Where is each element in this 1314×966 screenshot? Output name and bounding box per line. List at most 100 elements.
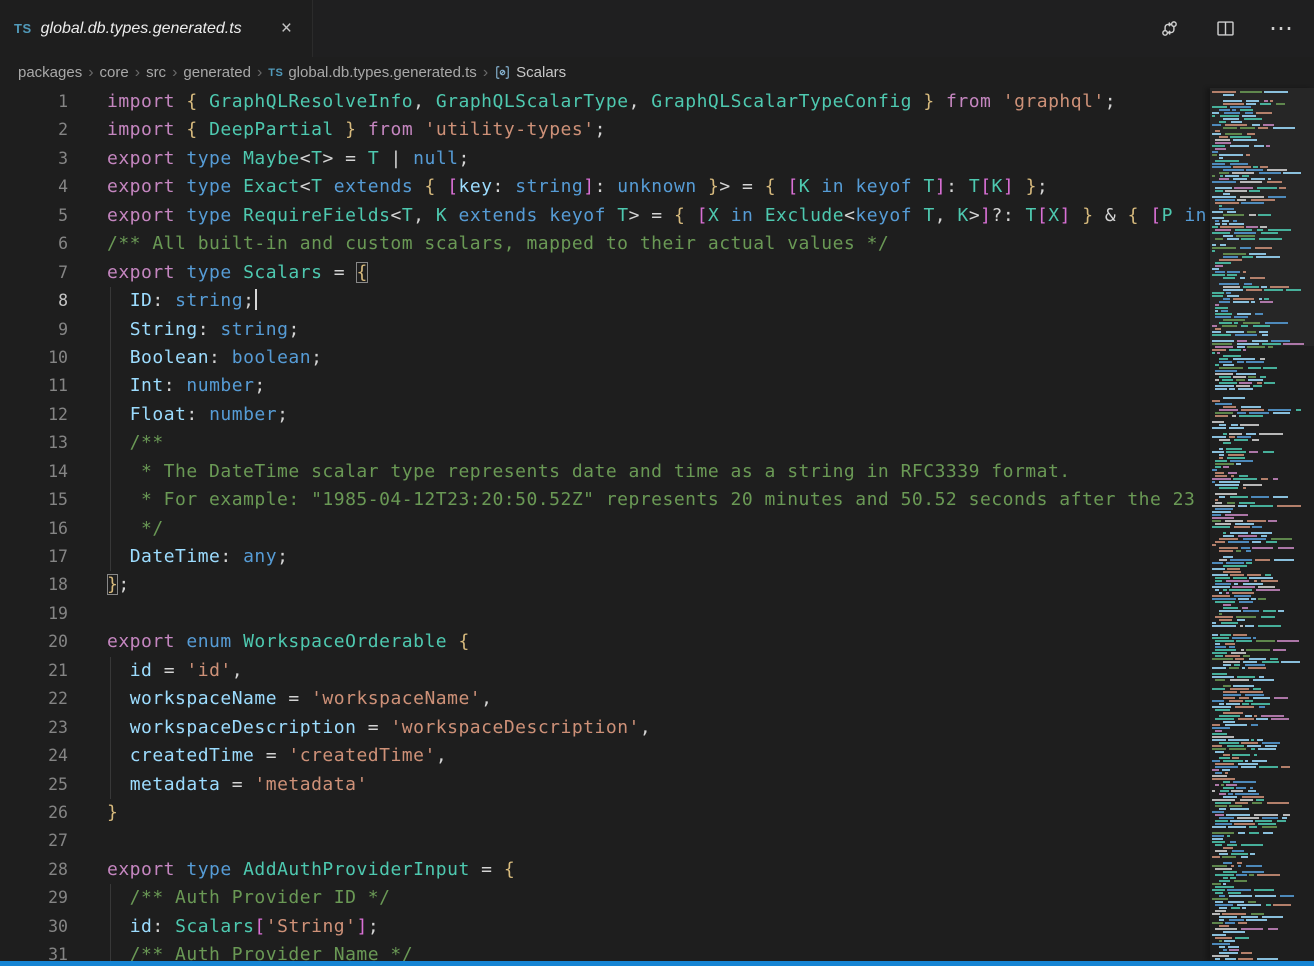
code-text: } (107, 799, 118, 827)
code-line[interactable]: 8 ID: string; (0, 287, 1210, 315)
code-line[interactable]: 26} (0, 799, 1210, 827)
editor-actions: ⋯ (1156, 0, 1314, 57)
line-number[interactable]: 4 (0, 173, 68, 201)
code-line[interactable]: 22 workspaceName = 'workspaceName', (0, 685, 1210, 713)
code-text: */ (107, 515, 164, 543)
code-line[interactable]: 17 DateTime: any; (0, 543, 1210, 571)
line-number[interactable]: 25 (0, 771, 68, 799)
code-line[interactable]: 11 Int: number; (0, 372, 1210, 400)
code-line[interactable]: 7 export type Scalars = { (0, 259, 1210, 287)
breadcrumb-item-symbol[interactable]: Scalars (494, 64, 566, 81)
code-line[interactable]: 9 String: string; (0, 316, 1210, 344)
code-line[interactable]: 1 import { GraphQLResolveInfo, GraphQLSca… (0, 88, 1210, 116)
code-line[interactable]: 20 export enum WorkspaceOrderable { (0, 628, 1210, 656)
code-text: id = 'id', (107, 657, 243, 685)
code-line[interactable]: 18}; (0, 571, 1210, 599)
breadcrumb-item-file[interactable]: TS global.db.types.generated.ts (268, 64, 477, 81)
split-editor-icon[interactable] (1212, 16, 1238, 42)
line-number[interactable]: 9 (0, 316, 68, 344)
code-line[interactable]: 29 /** Auth Provider ID */ (0, 884, 1210, 912)
code-line[interactable]: 4export type Exact<T extends { [key: str… (0, 173, 1210, 201)
line-number[interactable]: 26 (0, 799, 68, 827)
typescript-file-icon: TS (14, 21, 32, 36)
code-text: export type AddAuthProviderInput = { (107, 856, 515, 884)
line-number[interactable]: 15 (0, 486, 68, 514)
close-tab-icon[interactable]: × (277, 17, 296, 40)
line-number[interactable]: 30 (0, 913, 68, 941)
line-number[interactable]: 13 (0, 429, 68, 457)
code-text: import { GraphQLResolveInfo, GraphQLScal… (107, 88, 1116, 116)
code-line[interactable]: 19 (0, 600, 1210, 628)
line-number[interactable]: 7 (0, 259, 68, 287)
chevron-right-icon: › (88, 64, 93, 82)
tab-bar: TS global.db.types.generated.ts × ⋯ (0, 0, 1314, 57)
breadcrumb-file-name: global.db.types.generated.ts (288, 64, 476, 81)
editor-tab[interactable]: TS global.db.types.generated.ts × (0, 0, 313, 57)
line-number[interactable]: 17 (0, 543, 68, 571)
breadcrumb-item[interactable]: generated (183, 64, 251, 81)
code-text: /** (107, 429, 164, 457)
code-line[interactable]: 16 */ (0, 515, 1210, 543)
line-number[interactable]: 11 (0, 372, 68, 400)
line-number[interactable]: 19 (0, 600, 68, 628)
breadcrumb-item[interactable]: core (100, 64, 129, 81)
line-number[interactable]: 1 (0, 88, 68, 116)
line-number[interactable]: 29 (0, 884, 68, 912)
line-number[interactable]: 14 (0, 458, 68, 486)
code-text: workspaceName = 'workspaceName', (107, 685, 493, 713)
compare-changes-icon[interactable] (1156, 16, 1182, 42)
line-number[interactable]: 28 (0, 856, 68, 884)
code-text: }; (107, 571, 130, 599)
line-number[interactable]: 8 (0, 287, 68, 315)
code-text: createdTime = 'createdTime', (107, 742, 447, 770)
code-line[interactable]: 23 workspaceDescription = 'workspaceDesc… (0, 714, 1210, 742)
line-number[interactable]: 23 (0, 714, 68, 742)
minimap[interactable] (1210, 88, 1314, 961)
code-line[interactable]: 14 * The DateTime scalar type represents… (0, 458, 1210, 486)
code-line[interactable]: 6/** All built-in and custom scalars, ma… (0, 230, 1210, 258)
code-line[interactable]: 12 Float: number; (0, 401, 1210, 429)
code-line[interactable]: 10 Boolean: boolean; (0, 344, 1210, 372)
code-line[interactable]: 21 id = 'id', (0, 657, 1210, 685)
status-bar-strip (0, 961, 1314, 966)
line-number[interactable]: 2 (0, 116, 68, 144)
code-line[interactable]: 15 * For example: "1985-04-12T23:20:50.5… (0, 486, 1210, 514)
line-number[interactable]: 12 (0, 401, 68, 429)
line-number[interactable]: 24 (0, 742, 68, 770)
code-text: export type RequireFields<T, K extends k… (107, 202, 1207, 230)
code-line[interactable]: 2import { DeepPartial } from 'utility-ty… (0, 116, 1210, 144)
code-text: id: Scalars['String']; (107, 913, 379, 941)
more-actions-icon[interactable]: ⋯ (1268, 16, 1294, 42)
line-number[interactable]: 27 (0, 827, 68, 855)
typescript-file-icon: TS (268, 67, 283, 79)
code-line[interactable]: 5 export type RequireFields<T, K extends … (0, 202, 1210, 230)
line-number[interactable]: 21 (0, 657, 68, 685)
code-line[interactable]: 25 metadata = 'metadata' (0, 771, 1210, 799)
code-text: String: string; (107, 316, 300, 344)
line-number[interactable]: 10 (0, 344, 68, 372)
breadcrumb-symbol-name: Scalars (516, 64, 566, 81)
line-number[interactable]: 3 (0, 145, 68, 173)
code-line[interactable]: 13 /** (0, 429, 1210, 457)
line-number[interactable]: 16 (0, 515, 68, 543)
breadcrumb-item[interactable]: packages (18, 64, 82, 81)
line-number[interactable]: 6 (0, 230, 68, 258)
code-line[interactable]: 3export type Maybe<T> = T | null; (0, 145, 1210, 173)
line-number[interactable]: 20 (0, 628, 68, 656)
code-text: export type Scalars = { (107, 259, 368, 287)
code-text: ID: string; (107, 287, 257, 315)
code-line[interactable]: 30 id: Scalars['String']; (0, 913, 1210, 941)
line-number[interactable]: 5 (0, 202, 68, 230)
code-text: Float: number; (107, 401, 288, 429)
code-text: Boolean: boolean; (107, 344, 322, 372)
code-line[interactable]: 24 createdTime = 'createdTime', (0, 742, 1210, 770)
code-line[interactable]: 28 export type AddAuthProviderInput = { (0, 856, 1210, 884)
line-number[interactable]: 22 (0, 685, 68, 713)
minimap-content (1210, 91, 1314, 961)
breadcrumb-item[interactable]: src (146, 64, 166, 81)
code-text: export enum WorkspaceOrderable { (107, 628, 470, 656)
line-number[interactable]: 18 (0, 571, 68, 599)
symbol-type-icon (494, 64, 511, 81)
code-editor[interactable]: 1 import { GraphQLResolveInfo, GraphQLSca… (0, 88, 1210, 966)
code-line[interactable]: 27 (0, 827, 1210, 855)
